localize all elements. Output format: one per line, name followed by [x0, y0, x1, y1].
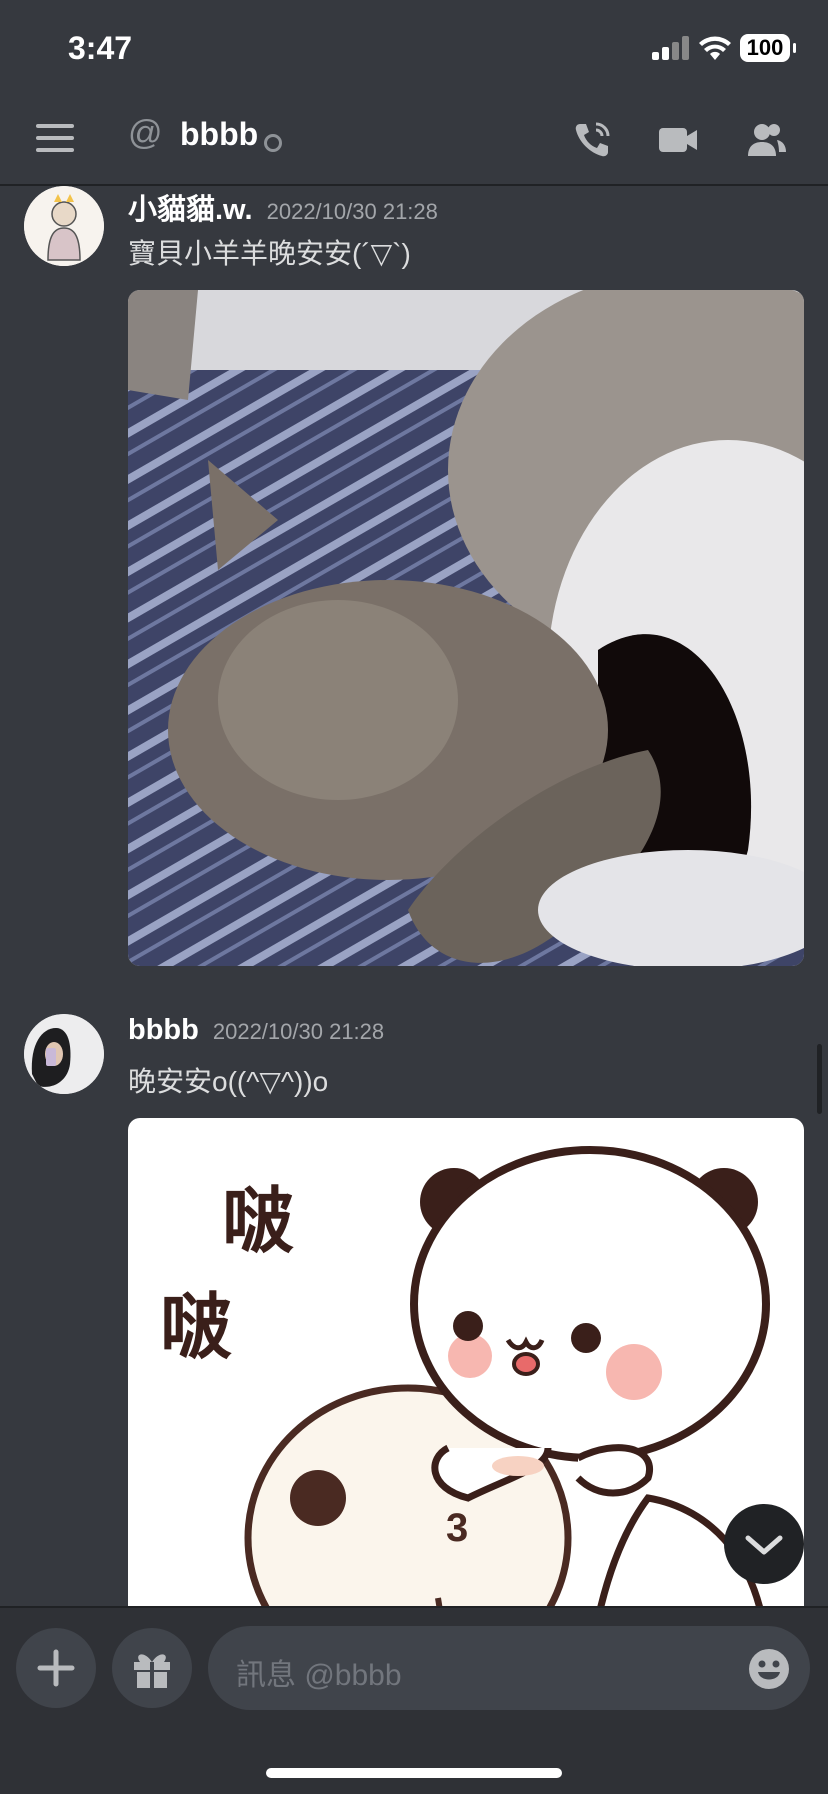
gift-icon: [134, 1654, 170, 1688]
message-author[interactable]: bbbb 2022/10/30 21:28: [128, 1014, 384, 1047]
chevron-down-icon: [745, 1535, 783, 1555]
author-name[interactable]: bbbb: [128, 1014, 199, 1046]
author-name[interactable]: 小貓貓.w.: [128, 194, 253, 226]
channel-header: @ bbbb: [0, 96, 828, 186]
message-timestamp: 2022/10/30 21:28: [212, 1019, 385, 1044]
avatar[interactable]: [24, 186, 104, 266]
scrollbar[interactable]: [817, 1044, 822, 1114]
message-text: 晚安安o((^▽^))o: [128, 1066, 329, 1097]
message-input-placeholder: 訊息 @bbbb: [236, 1659, 402, 1692]
plus-icon: [37, 1649, 75, 1687]
sticker-number: 3: [446, 1506, 469, 1550]
status-time: 3:47: [68, 30, 133, 66]
cat-gif-attachment[interactable]: [128, 290, 804, 966]
video-call-icon[interactable]: [656, 118, 700, 162]
battery-icon: 100: [740, 34, 796, 62]
gift-button[interactable]: [112, 1628, 192, 1708]
at-icon: @: [128, 114, 163, 152]
status-bar: 3:47 100: [0, 0, 828, 96]
menu-icon[interactable]: [36, 124, 76, 154]
message-input[interactable]: 訊息 @bbbb: [208, 1626, 810, 1710]
jump-to-present-button[interactable]: [724, 1504, 804, 1584]
channel-name[interactable]: bbbb: [180, 116, 258, 153]
cellular-signal-icon: [652, 36, 692, 60]
avatar[interactable]: [24, 1014, 104, 1094]
message-list[interactable]: 小貓貓.w. 2022/10/30 21:28 寶貝小羊羊晚安安(´▽`) bb…: [0, 186, 828, 1606]
panda-sticker-attachment[interactable]: 啵 啵 3: [128, 1118, 804, 1606]
message-timestamp: 2022/10/30 21:28: [266, 199, 438, 224]
voice-call-icon[interactable]: [570, 118, 614, 162]
message-composer: 訊息 @bbbb: [0, 1606, 828, 1794]
emoji-icon[interactable]: [748, 1648, 790, 1690]
members-icon[interactable]: [744, 118, 788, 162]
sticker-text: 啵: [222, 1182, 295, 1262]
sticker-text: 啵: [160, 1288, 233, 1368]
offline-status-icon: [264, 134, 282, 152]
home-indicator: [266, 1768, 562, 1778]
add-attachment-button[interactable]: [16, 1628, 96, 1708]
message-text: 寶貝小羊羊晚安安(´▽`): [128, 238, 411, 269]
message-author[interactable]: 小貓貓.w. 2022/10/30 21:28: [128, 186, 438, 228]
wifi-icon: [699, 36, 731, 60]
